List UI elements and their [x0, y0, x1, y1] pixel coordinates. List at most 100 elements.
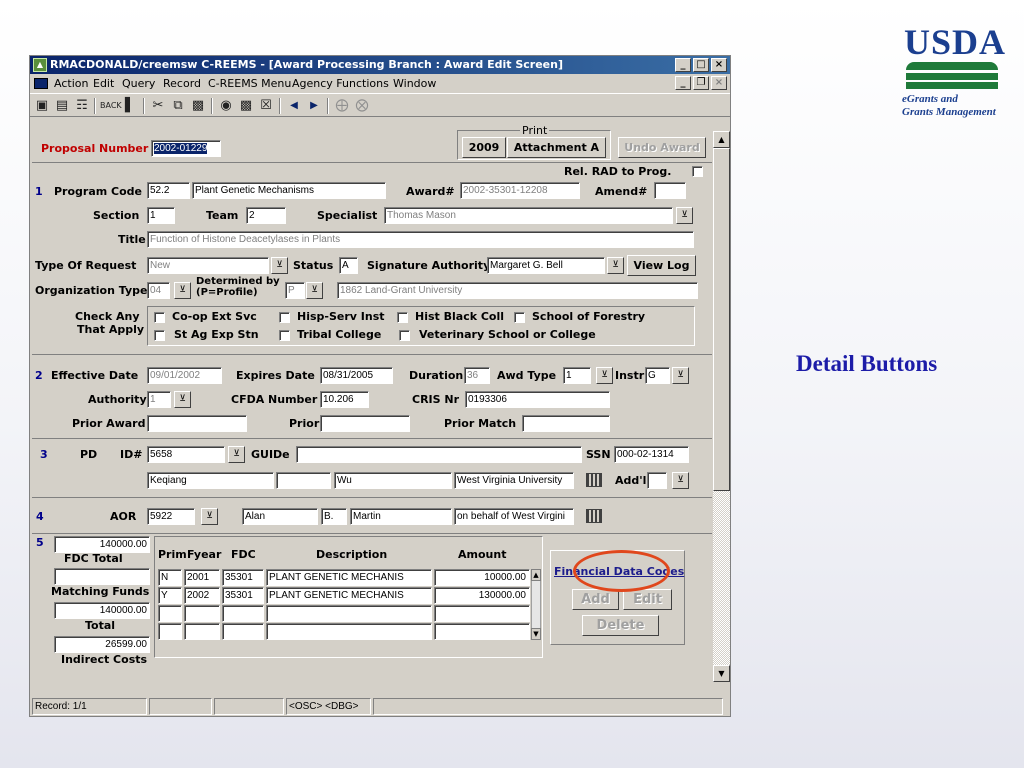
table-cell[interactable]: 10000.00 [434, 569, 530, 586]
amend-number-field[interactable] [654, 182, 686, 199]
authority-field[interactable]: 1 [147, 391, 171, 408]
addl-field[interactable] [647, 472, 667, 489]
minimize-button[interactable]: _ [675, 58, 691, 72]
previous-record-icon[interactable]: ◀ [284, 97, 304, 115]
aor-middle-field[interactable]: B. [321, 508, 347, 525]
menu-creems[interactable]: C-REEMS Menu [208, 75, 291, 92]
menu-action[interactable]: Action [54, 75, 88, 92]
table-cell[interactable] [434, 605, 530, 622]
cut-icon[interactable]: ✂ [148, 97, 168, 115]
tribal-college-checkbox[interactable] [279, 330, 290, 341]
view-log-button[interactable]: View Log [627, 255, 696, 276]
query-execute-icon[interactable]: ▩ [236, 97, 256, 115]
copy-icon[interactable]: ⧉ [168, 97, 188, 115]
table-cell[interactable] [184, 605, 220, 622]
attachment-a-button[interactable]: Attachment A [507, 137, 606, 158]
hist-black-coll-checkbox[interactable] [397, 312, 408, 323]
prior-match-field[interactable] [522, 415, 610, 432]
table-cell[interactable]: N [158, 569, 182, 586]
type-of-request-lov-button[interactable]: ⊻ [271, 257, 288, 274]
undo-award-button[interactable]: Undo Award [618, 137, 706, 158]
exit-icon[interactable]: ☶ [72, 97, 92, 115]
table-cell[interactable] [222, 623, 264, 640]
pd-first-name-field[interactable]: Keqiang [147, 472, 274, 489]
aor-behalf-field[interactable]: on behalf of West Virgini [454, 508, 574, 525]
table-cell[interactable]: Y [158, 587, 182, 604]
child-close-button[interactable]: × [711, 76, 727, 90]
signature-authority-lov-button[interactable]: ⊻ [607, 257, 624, 274]
pd-id-field[interactable]: 5658 [147, 446, 225, 463]
aor-first-name-field[interactable]: Alan [242, 508, 318, 525]
ssn-field[interactable]: 000-02-1314 [614, 446, 689, 463]
guide-field[interactable] [296, 446, 582, 463]
school-of-forestry-checkbox[interactable] [514, 312, 525, 323]
table-cell[interactable] [434, 623, 530, 640]
pd-institution-field[interactable]: West Virginia University [454, 472, 574, 489]
type-of-request-field[interactable]: New [147, 257, 269, 274]
query-enter-icon[interactable]: ◉ [216, 97, 236, 115]
scroll-up-icon[interactable]: ▲ [713, 131, 730, 148]
table-cell[interactable] [158, 623, 182, 640]
fdc-total-field[interactable]: 140000.00 [54, 536, 150, 553]
award-number-field[interactable]: 2002-35301-12208 [460, 182, 580, 199]
table-cell[interactable]: 35301 [222, 587, 264, 604]
table-scroll-up-icon[interactable]: ▲ [531, 569, 541, 581]
organization-type-field[interactable]: 04 [147, 282, 170, 299]
maximize-button[interactable]: □ [693, 58, 709, 72]
table-cell[interactable]: 130000.00 [434, 587, 530, 604]
2009-button[interactable]: 2009 [462, 137, 506, 158]
title-field[interactable]: Function of Histone Deacetylases in Plan… [147, 231, 694, 248]
exit-door-icon[interactable]: ▌ [120, 97, 140, 115]
pd-detail-icon[interactable] [586, 473, 602, 487]
specialist-lov-button[interactable]: ⊻ [676, 207, 693, 224]
form-scrollbar[interactable]: ▲ ▼ [713, 131, 730, 682]
authority-lov-button[interactable]: ⊻ [174, 391, 191, 408]
program-code-field[interactable]: 52.2 [147, 182, 190, 199]
menu-record[interactable]: Record [163, 75, 201, 92]
section-field[interactable]: 1 [147, 207, 175, 224]
coop-ext-svc-checkbox[interactable] [154, 312, 165, 323]
instr-lov-button[interactable]: ⊻ [672, 367, 689, 384]
scroll-thumb[interactable] [713, 148, 730, 491]
addl-lov-button[interactable]: ⊻ [672, 472, 689, 489]
prior-award-field[interactable] [147, 415, 247, 432]
specialist-field[interactable]: Thomas Mason [384, 207, 673, 224]
matching-funds-field[interactable] [54, 568, 150, 585]
delete-record-icon[interactable]: ⨂ [352, 97, 372, 115]
indirect-costs-field[interactable]: 26599.00 [54, 636, 150, 653]
aor-last-name-field[interactable]: Martin [350, 508, 452, 525]
close-button[interactable]: × [711, 58, 727, 72]
signature-authority-field[interactable]: Margaret G. Bell [487, 257, 605, 274]
table-cell[interactable]: 2002 [184, 587, 220, 604]
query-cancel-icon[interactable]: ☒ [256, 97, 276, 115]
awd-type-field[interactable]: 1 [563, 367, 591, 384]
next-record-icon[interactable]: ▶ [304, 97, 324, 115]
table-cell[interactable]: PLANT GENETIC MECHANIS [266, 569, 432, 586]
back-icon[interactable]: BACK [100, 97, 122, 115]
expires-date-field[interactable]: 08/31/2005 [320, 367, 393, 384]
document-icon[interactable] [34, 78, 48, 89]
total-field[interactable]: 140000.00 [54, 602, 150, 619]
determined-by-field[interactable]: P [285, 282, 305, 299]
team-field[interactable]: 2 [246, 207, 286, 224]
child-restore-button[interactable]: ❐ [693, 76, 709, 90]
table-cell[interactable] [266, 623, 432, 640]
table-scroll-down-icon[interactable]: ▼ [531, 628, 541, 640]
pd-id-lov-button[interactable]: ⊻ [228, 446, 245, 463]
st-ag-exp-stn-checkbox[interactable] [154, 330, 165, 341]
duration-field[interactable]: 36 [464, 367, 490, 384]
table-cell[interactable]: 2001 [184, 569, 220, 586]
proposal-number-field[interactable]: 2002-01229 [151, 140, 221, 157]
status-field[interactable]: A [339, 257, 358, 274]
add-button[interactable]: Add [572, 589, 619, 610]
determined-by-lov-button[interactable]: ⊻ [306, 282, 323, 299]
effective-date-field[interactable]: 09/01/2002 [147, 367, 222, 384]
organization-description-field[interactable]: 1862 Land-Grant University [337, 282, 698, 299]
pd-middle-name-field[interactable] [276, 472, 331, 489]
paste-icon[interactable]: ▩ [188, 97, 208, 115]
menu-window[interactable]: Window [393, 75, 436, 92]
cris-nr-field[interactable]: 0193306 [465, 391, 610, 408]
table-cell[interactable] [266, 605, 432, 622]
prior-dollar-field[interactable] [320, 415, 410, 432]
organization-type-lov-button[interactable]: ⊻ [174, 282, 191, 299]
